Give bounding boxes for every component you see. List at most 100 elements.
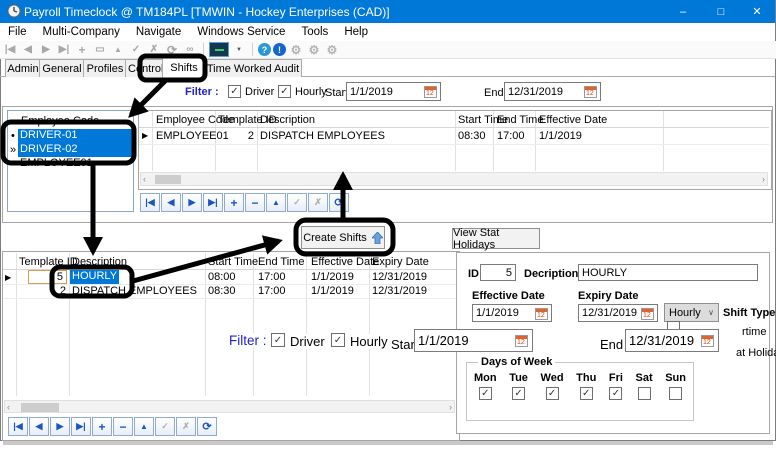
calendar-icon[interactable] xyxy=(701,335,714,347)
table-cell[interactable]: 5 xyxy=(28,270,67,284)
day-checkbox-sun[interactable] xyxy=(669,387,682,400)
end-date-input[interactable]: 12/31/2019 xyxy=(504,82,601,101)
day-checkbox-fri[interactable] xyxy=(609,387,622,400)
info-icon[interactable]: ! xyxy=(273,43,286,56)
table-cell[interactable]: 1/1/2019 xyxy=(311,285,354,297)
expiry-date-input[interactable]: 12/31/2019 xyxy=(578,304,658,322)
table-cell[interactable]: 17:00 xyxy=(497,130,525,142)
day-checkbox-sat[interactable] xyxy=(638,387,651,400)
table-cell[interactable]: 08:00 xyxy=(208,271,236,283)
tab-admin[interactable]: Admin xyxy=(5,59,41,77)
calendar-icon[interactable] xyxy=(641,308,654,320)
nav-insert-button[interactable]: + xyxy=(92,417,112,436)
table-cell[interactable]: 08:30 xyxy=(458,130,486,142)
column-header[interactable]: Description xyxy=(260,114,315,126)
nav-prev-button[interactable]: ◀ xyxy=(29,417,49,436)
link-icon[interactable]: ∞ xyxy=(182,42,198,57)
table-cell[interactable]: 17:00 xyxy=(258,271,286,283)
nav-delete-button[interactable]: − xyxy=(113,417,133,436)
scrollbar-thumb[interactable] xyxy=(21,403,59,412)
day-checkbox-mon[interactable] xyxy=(479,387,492,400)
table-cell-selected[interactable]: HOURLY xyxy=(70,270,119,284)
column-header[interactable]: Start Time xyxy=(208,256,258,268)
list-item[interactable]: EMPLOYEE01 xyxy=(18,157,132,171)
list-item[interactable]: DRIVER-01 xyxy=(18,129,132,143)
gear-icon[interactable]: ⚙ xyxy=(288,42,304,57)
table-cell[interactable]: 2 xyxy=(198,130,254,142)
list-item[interactable]: DRIVER-02 xyxy=(18,143,132,157)
effective-date-input[interactable]: 1/1/2019 xyxy=(472,304,552,322)
last-record-icon[interactable]: ▶| xyxy=(56,42,72,57)
calendar-icon[interactable] xyxy=(424,86,437,98)
menu-file[interactable]: File xyxy=(0,26,35,38)
scroll-left-icon[interactable]: ‹ xyxy=(7,402,10,412)
nav-next-button[interactable]: ▶ xyxy=(50,417,70,436)
day-checkbox-thu[interactable] xyxy=(580,387,593,400)
view-stat-holidays-button[interactable]: View Stat Holidays xyxy=(452,228,540,249)
tab-general[interactable]: General xyxy=(39,59,85,77)
nav-cancel-button[interactable]: ✗ xyxy=(308,193,328,212)
tab-shifts[interactable]: Shifts xyxy=(162,56,206,78)
horizontal-scrollbar[interactable]: ‹ › xyxy=(140,172,768,186)
table-cell[interactable]: 12/31/2019 xyxy=(372,271,427,283)
gear-icon[interactable]: ⚙ xyxy=(306,42,322,57)
start-date-input[interactable]: 1/1/2019 xyxy=(346,82,441,101)
driver-filter-checkbox[interactable] xyxy=(228,85,241,98)
overlay-end-input[interactable]: 12/31/2019 xyxy=(625,329,719,352)
tab-profiles[interactable]: Profiles xyxy=(83,59,127,77)
nav-cancel-button[interactable]: ✗ xyxy=(176,417,196,436)
scroll-left-icon[interactable]: ‹ xyxy=(143,174,146,184)
next-record-icon[interactable]: ▶ xyxy=(38,42,54,57)
nav-post-button[interactable]: ✓ xyxy=(155,417,175,436)
menu-windows-service[interactable]: Windows Service xyxy=(189,26,293,38)
nav-first-button[interactable]: |◀ xyxy=(8,417,28,436)
table-cell[interactable]: 1/1/2019 xyxy=(311,271,354,283)
shift-type-dropdown[interactable]: Hourly ∨ xyxy=(664,303,719,322)
nav-next-button[interactable]: ▶ xyxy=(182,193,202,212)
calendar-icon[interactable] xyxy=(515,335,528,347)
nav-last-button[interactable]: ▶| xyxy=(71,417,91,436)
nav-edit-button[interactable]: ▲ xyxy=(266,193,286,212)
column-header[interactable]: Effective Date xyxy=(539,114,607,126)
maximize-button[interactable]: □ xyxy=(704,0,738,23)
menu-tools[interactable]: Tools xyxy=(293,26,336,38)
table-cell[interactable]: DISPATCH EMPLOYEES xyxy=(260,130,385,142)
nav-refresh-button[interactable]: ⟳ xyxy=(329,193,349,212)
menu-navigate[interactable]: Navigate xyxy=(128,26,189,38)
table-cell[interactable]: 2 xyxy=(30,285,66,297)
nav-first-button[interactable]: |◀ xyxy=(140,193,160,212)
overlay-hourly-checkbox[interactable] xyxy=(331,333,345,347)
gear-icon[interactable]: ⚙ xyxy=(324,42,340,57)
overlay-driver-checkbox[interactable] xyxy=(271,333,285,347)
hourly-filter-checkbox[interactable] xyxy=(278,85,291,98)
accept-icon[interactable]: ✓ xyxy=(128,42,144,57)
column-header[interactable]: Template ID xyxy=(19,256,78,268)
cancel-icon[interactable]: ✗ xyxy=(146,42,162,57)
description-input[interactable]: HOURLY xyxy=(578,264,758,281)
table-cell[interactable]: 12/31/2019 xyxy=(372,285,427,297)
first-record-icon[interactable]: |◀ xyxy=(2,42,18,57)
nav-insert-button[interactable]: + xyxy=(224,193,244,212)
scroll-right-icon[interactable]: › xyxy=(449,402,452,412)
table-cell[interactable]: 1/1/2019 xyxy=(539,130,582,142)
nav-prev-button[interactable]: ◀ xyxy=(161,193,181,212)
table-cell[interactable]: 08:30 xyxy=(208,285,236,297)
column-header[interactable]: End Time xyxy=(258,256,304,268)
menu-help[interactable]: Help xyxy=(336,26,376,38)
day-checkbox-wed[interactable] xyxy=(546,387,559,400)
table-cell[interactable]: 17:00 xyxy=(258,285,286,297)
scrollbar-thumb[interactable] xyxy=(155,175,181,184)
column-header[interactable]: Description xyxy=(72,256,127,268)
add-record-icon[interactable]: + xyxy=(74,42,90,57)
nav-delete-button[interactable]: − xyxy=(245,193,265,212)
up-icon[interactable]: ▲ xyxy=(110,42,126,57)
nav-refresh-button[interactable]: ⟳ xyxy=(197,417,217,436)
calendar-icon[interactable] xyxy=(584,86,597,98)
scroll-right-icon[interactable]: › xyxy=(762,174,765,184)
create-shifts-button[interactable]: Create Shifts xyxy=(301,226,385,249)
column-header[interactable]: End Time xyxy=(497,114,543,126)
nav-post-button[interactable]: ✓ xyxy=(287,193,307,212)
nav-edit-button[interactable]: ▲ xyxy=(134,417,154,436)
id-input[interactable]: 5 xyxy=(480,264,516,281)
overlay-start-input[interactable]: 1/1/2019 xyxy=(414,329,533,352)
